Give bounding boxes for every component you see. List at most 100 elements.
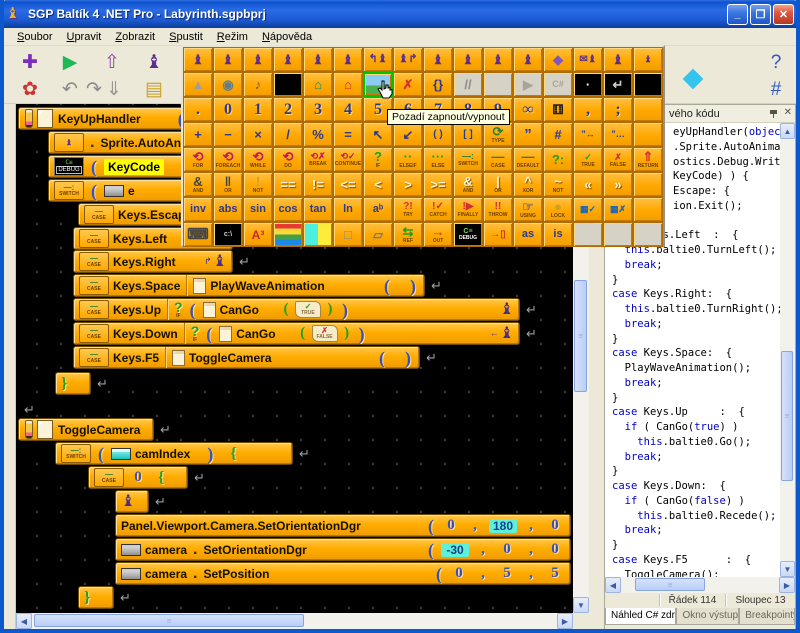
bitor-icon[interactable]: |OR [483, 172, 513, 197]
menu-soubor[interactable]: Soubor [10, 30, 59, 44]
wizard-tool-icon[interactable]: ♝ [140, 49, 168, 75]
wizard-small-icon[interactable]: ♝ [633, 47, 663, 72]
comment-icon[interactable]: // [453, 72, 483, 97]
cube-icon[interactable]: ◆ [543, 47, 573, 72]
colors-icon[interactable] [303, 222, 333, 247]
panel-scroll-left-icon[interactable]: ◀ [605, 577, 621, 593]
multiply-icon[interactable]: × [243, 122, 273, 147]
menu-spustit[interactable]: Spustit [162, 30, 210, 44]
wizard-back-icon[interactable]: ♝ [243, 47, 273, 72]
return-icon[interactable]: ⇑RETURN [633, 147, 663, 172]
maximize-button[interactable]: ❐ [750, 4, 771, 25]
sound-icon[interactable]: ♪ [243, 72, 273, 97]
break-icon[interactable]: ⟲✗BREAK [303, 147, 333, 172]
block-bar[interactable]: —CASEKeys.F5ToggleCamera() [73, 346, 420, 369]
comma-icon[interactable]: , [573, 97, 603, 122]
debug-icon[interactable]: C≡DEBUG [453, 222, 483, 247]
panel-scroll-right-icon[interactable]: ▶ [779, 577, 795, 593]
switch-icon[interactable]: —:SWITCH [453, 147, 483, 172]
else-icon[interactable]: ···ELSE [423, 147, 453, 172]
not-icon[interactable]: !NOT [243, 172, 273, 197]
block-bar[interactable]: —:SWITCH(camIndex){ [55, 442, 293, 465]
screen-off-icon[interactable] [273, 72, 303, 97]
palette-tile[interactable] [633, 197, 663, 222]
num-4[interactable]: 4 [333, 97, 363, 122]
brackets-icon[interactable]: [ ] [453, 122, 483, 147]
quote-icon[interactable]: ” [513, 122, 543, 147]
block-bar[interactable]: —CASEKeys.SpacePlayWaveAnimation() [73, 274, 425, 297]
page-icon[interactable]: □ [333, 222, 363, 247]
wizard-front-icon[interactable]: ♝ [273, 47, 303, 72]
wizard-stand-icon[interactable]: ♝ [213, 47, 243, 72]
default-icon[interactable]: —DEFAULT [513, 147, 543, 172]
block-bar[interactable]: ♝ [115, 490, 149, 513]
wait-icon[interactable]: ▲ [183, 72, 213, 97]
sin-icon[interactable]: sin [243, 197, 273, 222]
panel-close-icon[interactable]: ✕ [784, 107, 792, 119]
modulo-icon[interactable]: % [303, 122, 333, 147]
out-icon[interactable]: →OUT [423, 222, 453, 247]
neq-icon[interactable]: != [303, 172, 333, 197]
calc-cancel-icon[interactable]: ▦✗ [603, 197, 633, 222]
using-icon[interactable]: ☞USING [513, 197, 543, 222]
catch-icon[interactable]: !✓CATCH [423, 197, 453, 222]
equals-icon[interactable]: = [333, 122, 363, 147]
menu-nápověda[interactable]: Nápověda [255, 30, 319, 44]
console-icon[interactable]: c:\ [213, 222, 243, 247]
panel-scroll-down-icon[interactable]: ▼ [780, 561, 795, 577]
num-3[interactable]: 3 [303, 97, 333, 122]
elseif-icon[interactable]: ··ELSEIF [393, 147, 423, 172]
save-icon[interactable]: ⇓ [100, 76, 128, 102]
if-icon[interactable]: ?IF [363, 147, 393, 172]
box3d-icon[interactable]: ▱ [363, 222, 393, 247]
scroll-down-icon[interactable]: ▼ [573, 597, 589, 613]
num-dot[interactable]: . [183, 97, 213, 122]
lt-icon[interactable]: < [363, 172, 393, 197]
num-1[interactable]: 1 [243, 97, 273, 122]
blank-tile[interactable] [483, 72, 513, 97]
wizard-speak-icon[interactable]: ♝ [483, 47, 513, 72]
scene-up-icon[interactable]: ⌂ [303, 72, 333, 97]
panel-hscrollbar[interactable]: ◀ ▶ [605, 577, 795, 593]
arrow-upleft-icon[interactable]: ↖ [363, 122, 393, 147]
close-button[interactable]: ✕ [773, 4, 794, 25]
block-bar[interactable]: —CASE0{ [88, 466, 188, 489]
palette-tile[interactable] [633, 97, 663, 122]
continue-icon[interactable]: ⟲✓CONTINUE [333, 147, 363, 172]
panel-hscroll-thumb[interactable] [635, 578, 705, 591]
console-dot-icon[interactable]: · [573, 72, 603, 97]
ref-icon[interactable]: ⇆REF [393, 222, 423, 247]
wizard-down-icon[interactable]: ♝ [333, 47, 363, 72]
wizard-walk-icon[interactable]: ♝ [423, 47, 453, 72]
string-width-icon[interactable]: ”↔ [573, 122, 603, 147]
finally-icon[interactable]: !▶FINALLY [453, 197, 483, 222]
wizard-run-icon[interactable]: ♝ [453, 47, 483, 72]
menu-režim[interactable]: Režim [210, 30, 255, 44]
and-icon[interactable]: &AND [183, 172, 213, 197]
block-bar[interactable]: } [55, 372, 91, 395]
shiftl-icon[interactable]: « [573, 172, 603, 197]
panel-vscrollbar[interactable]: ▲ ▼ [780, 123, 795, 577]
inv-icon[interactable]: inv [183, 197, 213, 222]
copy-icon[interactable]: ▤ [140, 76, 168, 102]
foreach-icon[interactable]: ⟲FOREACH [213, 147, 243, 172]
divide-icon[interactable]: / [273, 122, 303, 147]
hash-icon[interactable]: # [543, 122, 573, 147]
wizard-bow-icon[interactable]: ♝ [183, 47, 213, 72]
canvas-vscroll-thumb[interactable] [574, 280, 587, 392]
wizard-wait-icon[interactable]: ♝ [603, 47, 633, 72]
num-2[interactable]: 2 [273, 97, 303, 122]
cos-icon[interactable]: cos [273, 197, 303, 222]
as-icon[interactable]: as [513, 222, 543, 247]
xor-icon[interactable]: ^XOR [513, 172, 543, 197]
console-blank[interactable] [633, 72, 663, 97]
scene-down-icon[interactable]: ⌂ [333, 72, 363, 97]
scroll-right-icon[interactable]: ▶ [557, 613, 573, 629]
keyboard-icon[interactable]: ⌨ [183, 222, 213, 247]
block-bar[interactable]: —CASEKeys.Up?IF(CanGo(✓TRUE))♝ [73, 298, 520, 321]
false-icon[interactable]: ✗FALSE [603, 147, 633, 172]
palette-tile[interactable] [603, 222, 633, 247]
true-icon[interactable]: ✓TRUE [573, 147, 603, 172]
string-ellipsis-icon[interactable]: ”… [603, 122, 633, 147]
for-icon[interactable]: ⟲FOR [183, 147, 213, 172]
